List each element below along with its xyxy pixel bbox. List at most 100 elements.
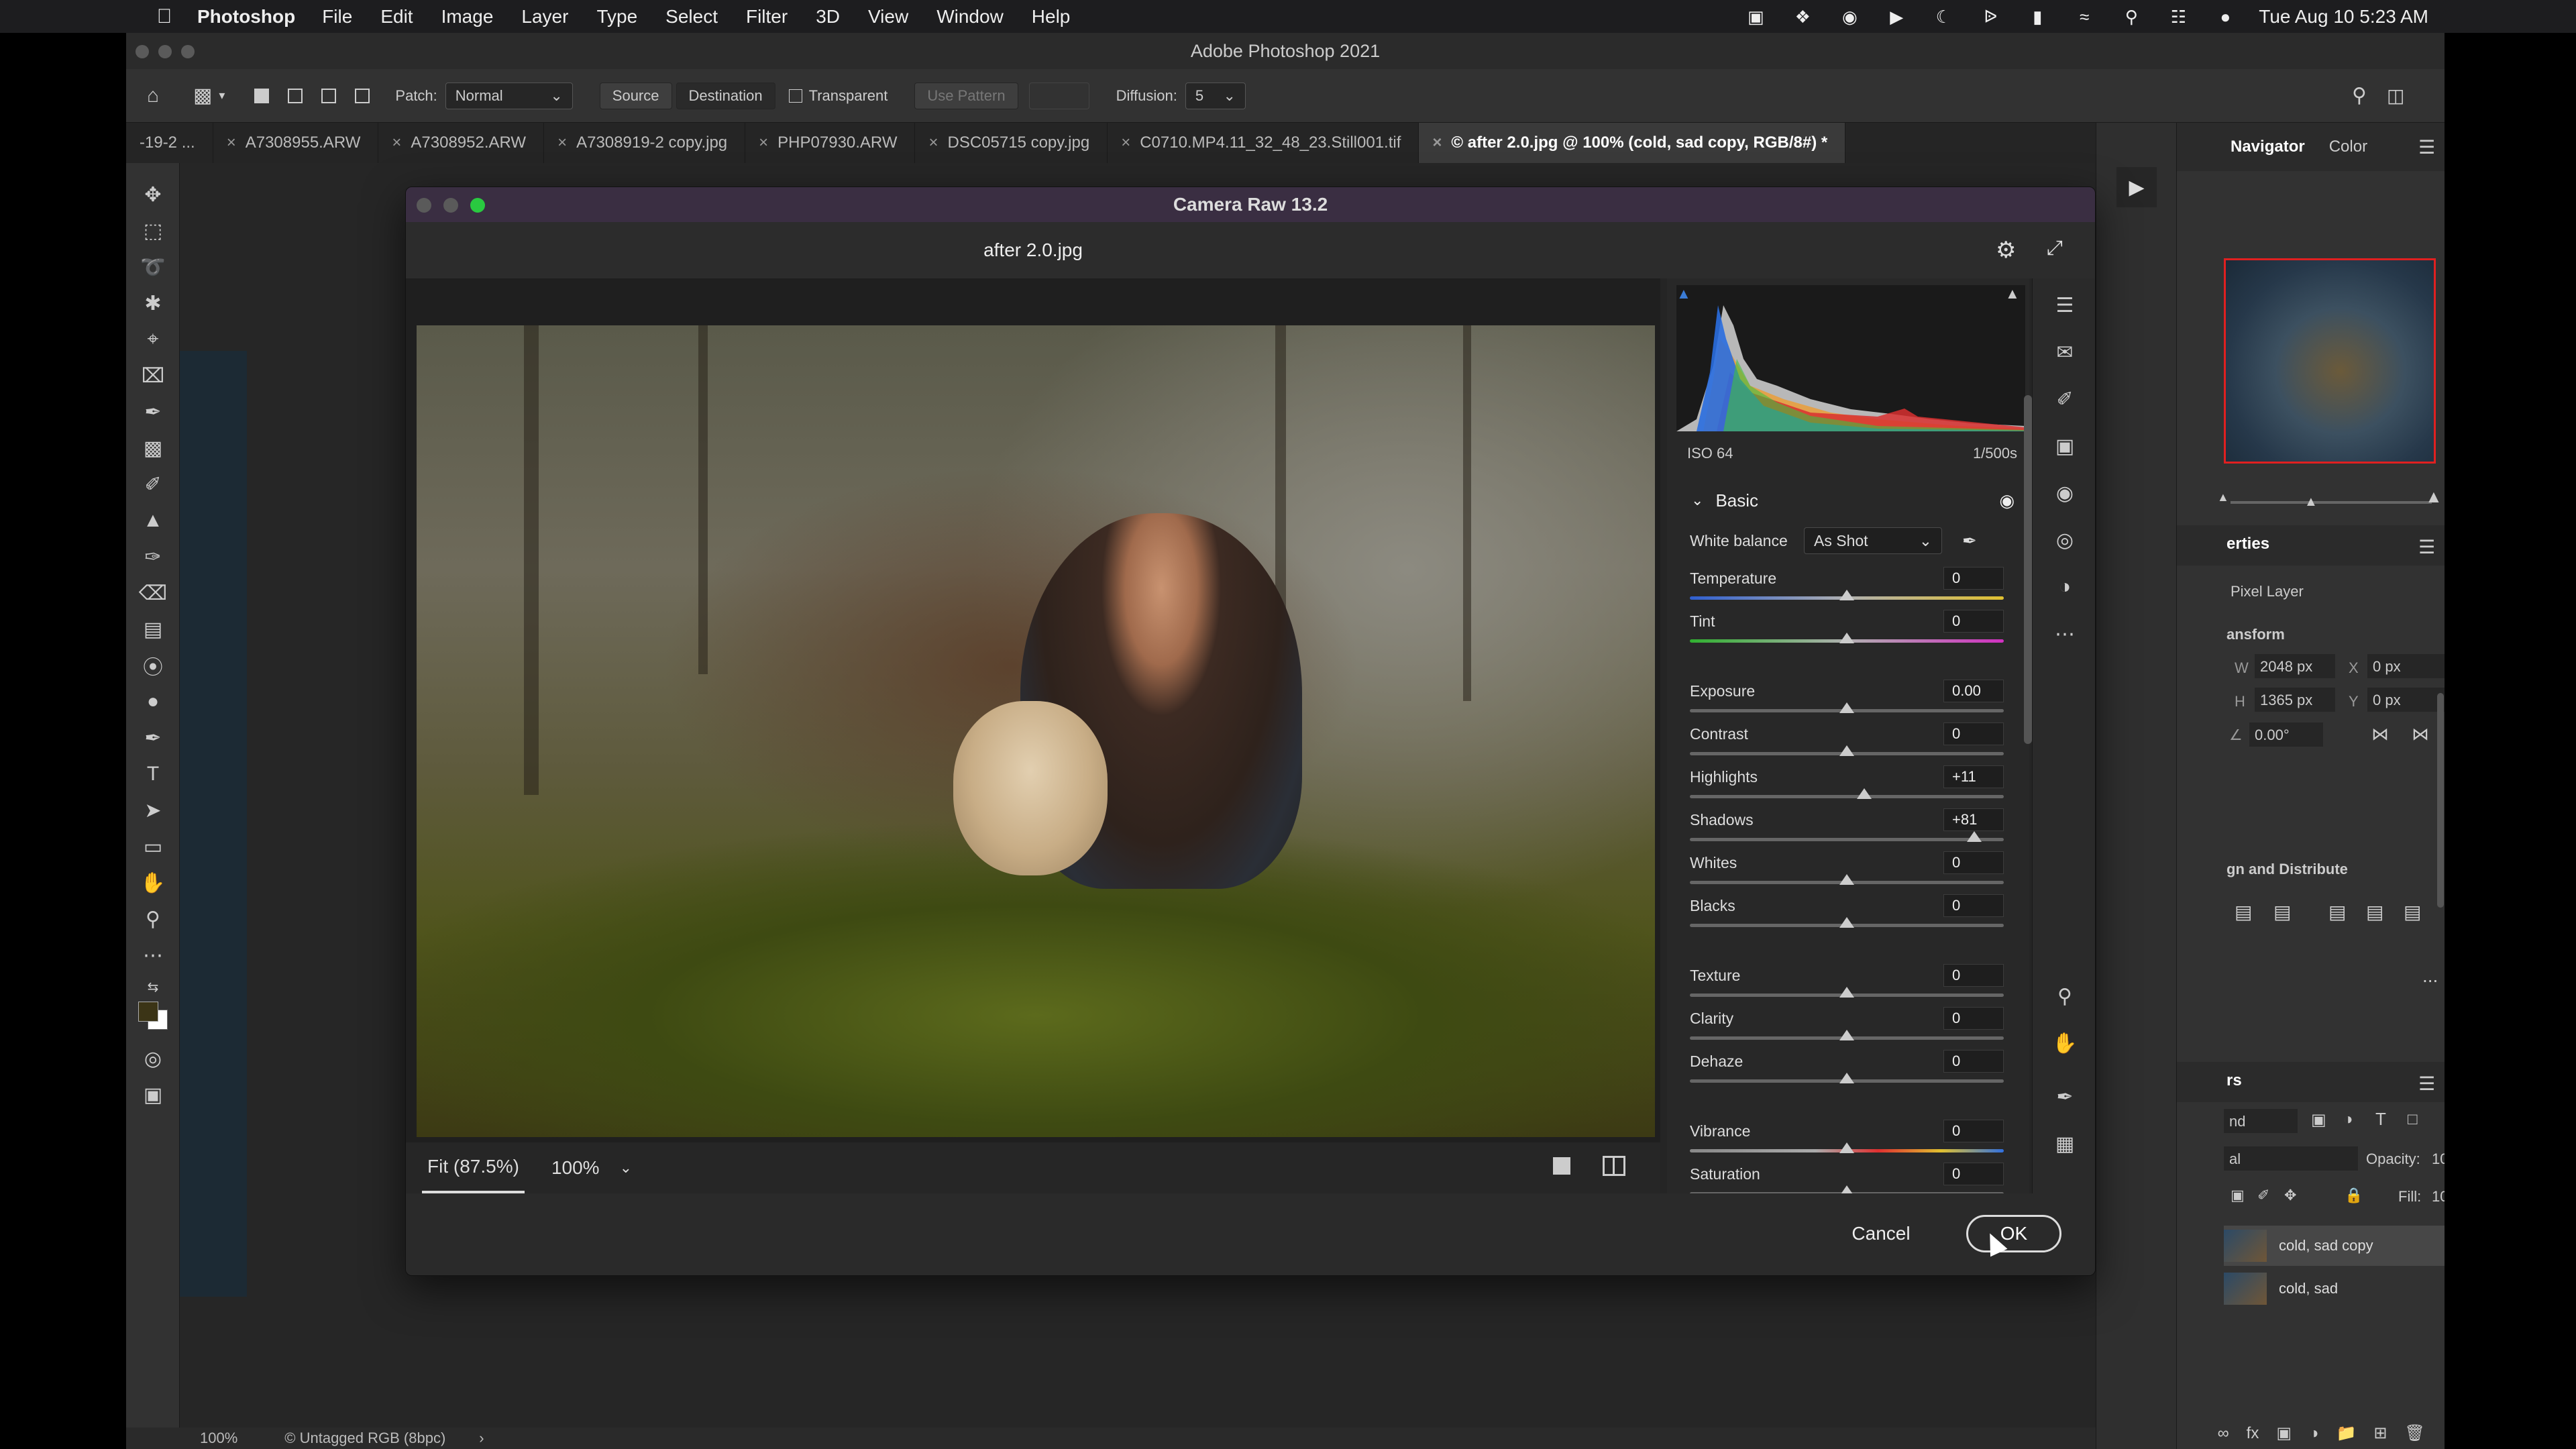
eyedropper-tool-icon[interactable]: ✒: [126, 394, 180, 430]
menu-type[interactable]: Type: [596, 6, 637, 28]
blacks-value-field[interactable]: 0: [1943, 894, 2004, 917]
source-button[interactable]: Source: [599, 82, 672, 109]
red-eye-icon[interactable]: ◎: [2033, 520, 2095, 560]
new-layer-icon[interactable]: ⊞: [2373, 1424, 2387, 1443]
tab-color[interactable]: Color: [2329, 138, 2367, 156]
navigator-thumbnail[interactable]: [2224, 258, 2436, 464]
gradient-tool-icon[interactable]: ▤: [126, 611, 180, 647]
swap-colors-icon[interactable]: ⇆: [126, 973, 180, 1000]
dropbox-icon[interactable]: ❖: [1789, 7, 1816, 27]
angle-field[interactable]: 0.00°: [2249, 722, 2323, 747]
layer-row-selected[interactable]: cold, sad copy: [2224, 1226, 2445, 1266]
shadows-slider-track[interactable]: [1690, 838, 2004, 841]
height-field[interactable]: 1365 px: [2255, 688, 2335, 712]
contrast-slider-thumb[interactable]: [1839, 745, 1854, 756]
search-icon[interactable]: ⚲: [2352, 84, 2367, 107]
panel-menu-icon[interactable]: ☰: [2418, 136, 2435, 158]
bluetooth-icon[interactable]: ᐉ: [1977, 7, 2004, 27]
apple-menu-icon[interactable]: : [141, 5, 188, 28]
use-pattern-button[interactable]: Use Pattern: [914, 82, 1018, 109]
gear-icon[interactable]: ⚙: [1996, 237, 2016, 264]
close-icon[interactable]: ×: [227, 133, 236, 152]
dialog-minimize-button[interactable]: [443, 198, 458, 213]
menu-window[interactable]: Window: [936, 6, 1004, 28]
flip-horizontal-icon[interactable]: ⋈: [2371, 724, 2389, 745]
quick-mask-icon[interactable]: ◎: [126, 1040, 180, 1077]
vibrance-slider-thumb[interactable]: [1839, 1142, 1854, 1153]
lock-all-icon[interactable]: 🔒: [2345, 1187, 2363, 1204]
color-sampler-icon[interactable]: ✒: [2033, 1077, 2095, 1117]
creative-cloud-icon[interactable]: ◉: [1836, 7, 1863, 27]
window-zoom-button[interactable]: [181, 45, 195, 58]
navigator-zoom-slider[interactable]: [2231, 501, 2432, 504]
hand-tool-icon[interactable]: ✋: [126, 865, 180, 901]
color-swatches[interactable]: [126, 1000, 180, 1040]
document-tab[interactable]: × DSC05715 copy.jpg: [915, 123, 1108, 163]
add-mask-icon[interactable]: ▣: [2276, 1424, 2292, 1443]
dodge-tool-icon[interactable]: ●: [126, 684, 180, 720]
opacity-value[interactable]: 100%: [2432, 1150, 2445, 1168]
radial-filter-icon[interactable]: ◉: [2033, 473, 2095, 513]
brush-tool-icon[interactable]: ✐: [126, 466, 180, 502]
ok-button[interactable]: OK: [1966, 1215, 2061, 1252]
lock-position-icon[interactable]: ✥: [2284, 1187, 2296, 1204]
navigator-slider-thumb[interactable]: ▲: [2304, 494, 2318, 510]
clarity-slider-thumb[interactable]: [1839, 1030, 1854, 1040]
close-icon[interactable]: ×: [392, 133, 401, 152]
quick-selection-tool-icon[interactable]: ✱: [126, 285, 180, 321]
diffusion-select[interactable]: 5 ⌄: [1185, 82, 1246, 109]
menu-image[interactable]: Image: [441, 6, 494, 28]
grid-icon[interactable]: ▦: [2033, 1124, 2095, 1164]
edit-sliders-icon[interactable]: ☰: [2033, 285, 2095, 325]
vibrance-value-field[interactable]: 0: [1943, 1120, 2004, 1142]
zoom-out-icon[interactable]: ▲: [2217, 490, 2229, 504]
more-icon[interactable]: ⋯: [2033, 614, 2095, 654]
foreground-color-swatch[interactable]: [138, 1002, 158, 1022]
tint-slider-thumb[interactable]: [1839, 633, 1854, 643]
dialog-close-button[interactable]: [417, 198, 431, 213]
lock-pixels-icon[interactable]: ✐: [2257, 1187, 2269, 1204]
hand-icon[interactable]: ✋: [2033, 1023, 2095, 1063]
type-tool-icon[interactable]: T: [126, 756, 180, 792]
zoom-dropdown-icon[interactable]: ⌄: [620, 1159, 632, 1177]
screen-mode-icon[interactable]: ▣: [126, 1077, 180, 1113]
zoom-fit-button[interactable]: Fit (87.5%): [422, 1142, 525, 1193]
menu-filter[interactable]: Filter: [746, 6, 788, 28]
graduated-filter-icon[interactable]: ▣: [2033, 426, 2095, 466]
rectangle-tool-icon[interactable]: ▭: [126, 828, 180, 865]
dialog-zoom-button[interactable]: [470, 198, 485, 213]
tool-preset-chevron-icon[interactable]: ▾: [219, 89, 225, 103]
align-distribute-title[interactable]: gn and Distribute: [2226, 861, 2348, 878]
blur-tool-icon[interactable]: ⦿: [126, 647, 180, 684]
subtract-selection-icon[interactable]: [321, 88, 337, 103]
adjustment-brush-icon[interactable]: ✐: [2033, 379, 2095, 419]
add-selection-icon[interactable]: [288, 88, 303, 103]
document-tab[interactable]: -19-2 ...: [126, 123, 213, 163]
menu-select[interactable]: Select: [665, 6, 718, 28]
new-group-icon[interactable]: 📁: [2337, 1424, 2357, 1443]
white-balance-select[interactable]: As Shot ⌄: [1804, 527, 1942, 554]
window-close-button[interactable]: [136, 45, 149, 58]
stamp-tool-icon[interactable]: ▲: [126, 502, 180, 539]
shadows-slider-thumb[interactable]: [1966, 831, 1982, 842]
dehaze-slider-thumb[interactable]: [1839, 1073, 1854, 1083]
properties-scrollbar[interactable]: [2437, 693, 2444, 908]
properties-panel-title[interactable]: erties: [2226, 535, 2269, 553]
home-icon[interactable]: ⌂: [126, 85, 180, 107]
more-tools-icon[interactable]: ⋯: [126, 937, 180, 973]
zoom-100-button[interactable]: 100%: [551, 1157, 600, 1179]
align-bottom-icon[interactable]: ▤: [2404, 901, 2421, 923]
edit-panel-scrollbar[interactable]: [2024, 395, 2032, 744]
pen-tool-icon[interactable]: ✒: [126, 720, 180, 756]
align-middle-icon[interactable]: ▤: [2366, 901, 2383, 923]
blend-mode-select[interactable]: al: [2224, 1146, 2358, 1171]
control-center-icon[interactable]: ☷: [2165, 7, 2192, 27]
zoom-in-icon[interactable]: ▲: [2425, 486, 2443, 507]
menu-layer[interactable]: Layer: [521, 6, 568, 28]
shadows-value-field[interactable]: +81: [1943, 808, 2004, 831]
siri-icon[interactable]: ●: [2212, 7, 2239, 27]
dehaze-value-field[interactable]: 0: [1943, 1050, 2004, 1073]
history-brush-tool-icon[interactable]: ✑: [126, 539, 180, 575]
layers-panel-title[interactable]: rs: [2226, 1071, 2242, 1090]
document-tab[interactable]: × C0710.MP4.11_32_48_23.Still001.tif: [1108, 123, 1419, 163]
